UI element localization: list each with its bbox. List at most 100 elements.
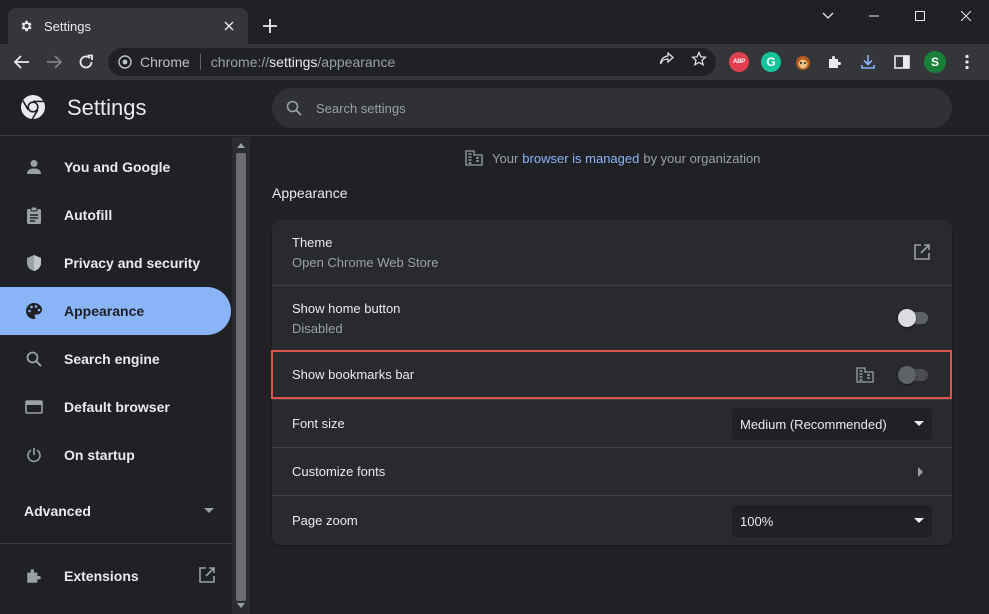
sidebar-item-default-browser[interactable]: Default browser	[0, 383, 231, 431]
tab-settings[interactable]: Settings	[8, 8, 248, 44]
settings-header: Settings	[0, 80, 989, 136]
open-in-new-icon[interactable]	[913, 243, 931, 261]
theme-sub: Open Chrome Web Store	[292, 255, 439, 270]
puzzle-piece-icon[interactable]	[825, 52, 845, 72]
close-icon[interactable]	[220, 17, 238, 35]
grammarly-extension-button[interactable]: G	[761, 52, 781, 72]
sidebar-item-on-startup[interactable]: On startup	[0, 431, 231, 479]
sidebar-scrollbar[interactable]	[232, 137, 250, 614]
minimize-button[interactable]	[851, 0, 897, 32]
sidebar-item-label: Default browser	[64, 399, 170, 415]
toolbar: Chrome chrome://settings/appearance ABP …	[0, 44, 989, 80]
search-icon	[286, 100, 302, 116]
sidebar-item-label: On startup	[64, 447, 135, 463]
customize-fonts-label: Customize fonts	[292, 464, 386, 479]
sidebar-item-you-and-google[interactable]: You and Google	[0, 143, 231, 191]
sidebar-item-autofill[interactable]: Autofill	[0, 191, 231, 239]
caret-down-icon	[204, 508, 214, 514]
new-tab-button[interactable]	[258, 14, 282, 38]
browser-icon	[24, 397, 44, 417]
managed-notice: Your browser is managed by your organiza…	[465, 149, 760, 167]
power-icon	[24, 445, 44, 465]
chevron-right-icon	[918, 467, 924, 477]
building-icon	[465, 150, 483, 166]
clipboard-icon	[24, 205, 44, 225]
site-label: Chrome	[140, 54, 190, 70]
customize-fonts-row[interactable]: Customize fonts	[272, 447, 952, 495]
profile-initial: S	[930, 55, 939, 69]
url-host: settings	[269, 54, 318, 70]
adblock-extension-button[interactable]: ABP	[729, 52, 749, 72]
back-button[interactable]	[10, 50, 34, 74]
gear-icon	[18, 18, 34, 34]
caret-down-icon	[914, 421, 924, 426]
sidebar-advanced-toggle[interactable]: Advanced	[24, 499, 214, 523]
sidebar-item-label: Privacy and security	[64, 255, 201, 271]
tab-strip: Settings	[0, 0, 989, 44]
star-icon[interactable]	[688, 50, 710, 68]
search-icon	[24, 349, 44, 369]
section-title: Appearance	[272, 185, 348, 201]
forward-button[interactable]	[42, 50, 66, 74]
avatar[interactable]: S	[924, 51, 946, 73]
sidebar-item-extensions[interactable]: Extensions	[0, 552, 232, 600]
maximize-button[interactable]	[897, 0, 943, 32]
omnibox-divider	[199, 54, 201, 70]
font-size-value: Medium (Recommended)	[740, 416, 887, 432]
sidebar: You and Google Autofill Privacy and secu…	[0, 137, 232, 614]
sidebar-item-appearance[interactable]: Appearance	[0, 287, 231, 335]
font-size-select[interactable]: Medium (Recommended)	[732, 408, 932, 440]
download-icon[interactable]	[858, 52, 878, 72]
toggle-knob	[898, 309, 916, 327]
appearance-card: Theme Open Chrome Web Store Show home bu…	[272, 220, 952, 545]
sidebar-item-privacy-and-security[interactable]: Privacy and security	[0, 239, 231, 287]
address-bar[interactable]: Chrome chrome://settings/appearance	[108, 48, 716, 76]
bookmarks-bar-row: Show bookmarks bar	[272, 350, 952, 399]
url-scheme: chrome://	[210, 54, 270, 70]
person-icon	[24, 157, 44, 177]
main-content: Your browser is managed by your organiza…	[250, 137, 989, 614]
side-panel-icon[interactable]	[892, 52, 912, 72]
sidebar-item-label: Extensions	[64, 568, 139, 584]
sidebar-item-label: Autofill	[64, 207, 113, 223]
home-button-toggle[interactable]	[898, 309, 930, 327]
bookmarks-bar-toggle[interactable]	[898, 366, 930, 384]
reload-button[interactable]	[74, 50, 98, 74]
open-in-new-icon	[198, 566, 216, 584]
search-input[interactable]	[316, 100, 916, 116]
managed-prefix: Your	[492, 150, 519, 166]
advanced-label: Advanced	[24, 503, 91, 519]
sidebar-item-label: Search engine	[64, 351, 160, 367]
palette-icon	[24, 301, 44, 321]
managed-suffix: by your organization	[643, 150, 761, 166]
managed-link[interactable]: browser is managed	[522, 151, 639, 166]
theme-label: Theme	[292, 235, 333, 250]
theme-row[interactable]: Theme Open Chrome Web Store	[272, 220, 952, 285]
sidebar-divider	[0, 543, 232, 544]
font-size-row: Font size Medium (Recommended)	[272, 399, 952, 447]
close-window-button[interactable]	[943, 0, 989, 32]
home-button-label: Show home button	[292, 301, 401, 316]
page-zoom-select[interactable]: 100%	[732, 505, 932, 537]
page-zoom-row: Page zoom 100%	[272, 495, 952, 545]
sidebar-item-search-engine[interactable]: Search engine	[0, 335, 231, 383]
share-icon[interactable]	[656, 50, 678, 68]
caret-down-icon	[914, 518, 924, 523]
chrome-logo-icon	[20, 94, 46, 120]
chrome-icon	[118, 55, 132, 69]
bookmarks-bar-label: Show bookmarks bar	[292, 367, 415, 382]
scroll-down-arrow-icon[interactable]	[236, 600, 246, 610]
search-settings-box[interactable]	[272, 88, 952, 128]
home-button-sub: Disabled	[292, 321, 343, 336]
tab-search-chevron-icon[interactable]	[805, 0, 851, 32]
scroll-up-arrow-icon[interactable]	[236, 140, 246, 150]
sidebar-item-label: You and Google	[64, 159, 171, 175]
adblock-label: ABP	[732, 59, 746, 65]
toggle-knob	[898, 366, 916, 384]
scroll-thumb[interactable]	[236, 153, 246, 601]
page-title: Settings	[67, 95, 147, 120]
tab-title: Settings	[44, 18, 91, 34]
more-vertical-icon[interactable]	[957, 52, 977, 72]
monkey-extension-icon[interactable]	[793, 52, 813, 72]
shield-icon	[24, 253, 44, 273]
